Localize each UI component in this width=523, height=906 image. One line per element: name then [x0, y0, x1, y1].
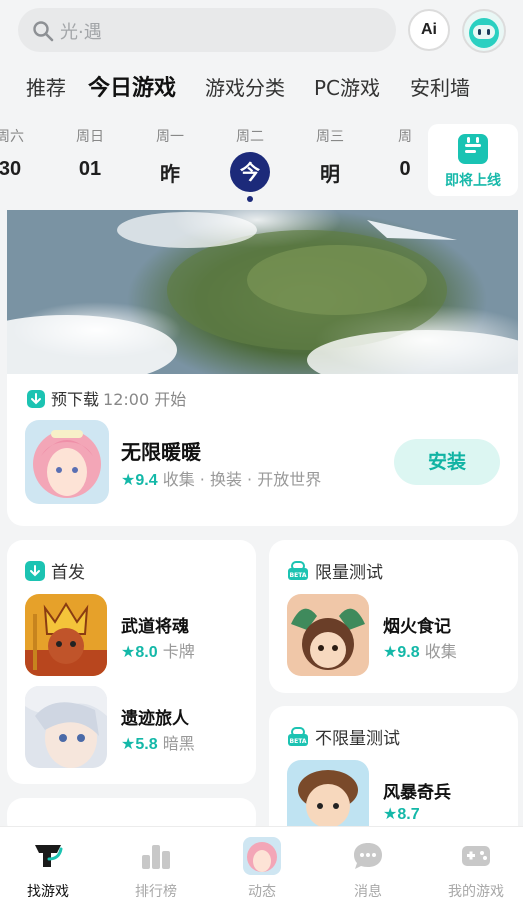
svg-text:BETA: BETA — [290, 572, 307, 579]
featured-banner-image[interactable] — [7, 210, 518, 374]
nav-messages[interactable]: 消息 — [318, 827, 418, 901]
selected-dot — [247, 196, 253, 202]
predownload-label: 预下载 — [51, 390, 100, 409]
date-item[interactable]: 周0 — [375, 118, 435, 181]
ai-assistant-button[interactable]: Ai — [408, 9, 450, 51]
search-placeholder: 光·遇 — [60, 22, 102, 43]
nav-my-games[interactable]: 我的游戏 — [426, 827, 523, 901]
featured-score: 9.4 — [135, 472, 158, 489]
game-name[interactable]: 遗迹旅人 — [121, 704, 189, 729]
upcoming-button[interactable]: 即将上线 — [428, 124, 518, 196]
predownload-row: 预下载 12:00 开始 — [27, 386, 186, 410]
nav-label: 消息 — [354, 884, 382, 900]
game-meta: ★9.8 收集 — [383, 642, 457, 661]
tab-pc-games[interactable]: PC游戏 — [314, 72, 380, 101]
date-item-selected[interactable]: 周二今 — [220, 118, 280, 202]
header: 光·遇 Ai 推荐 今日游戏 游戏分类 PC游戏 安利墙 周六 30 周日 01 周… — [0, 0, 523, 210]
tab-today-games[interactable]: 今日游戏 — [86, 70, 179, 102]
nav-find-game[interactable]: 找游戏 — [0, 827, 98, 901]
game-meta: ★8.7 — [383, 804, 420, 823]
limited-test-title[interactable]: BETA 限量测试 — [287, 558, 383, 583]
beta-icon: BETA — [287, 560, 309, 582]
star-icon: ★ — [121, 642, 136, 661]
tab-recommend[interactable]: 推荐 — [26, 72, 66, 101]
ranking-icon — [139, 839, 173, 873]
date-item[interactable]: 周三明 — [300, 118, 360, 187]
featured-tags: 收集 · 换装 · 开放世界 — [162, 470, 322, 489]
game-icon-wuxian-nuannuan[interactable] — [25, 420, 109, 504]
star-icon: ★ — [383, 804, 398, 823]
feed-avatar-icon — [243, 837, 281, 875]
nav-label: 找游戏 — [27, 884, 69, 900]
featured-game-meta: ★9.4 收集 · 换装 · 开放世界 — [121, 466, 321, 490]
upcoming-label: 即将上线 — [445, 173, 501, 189]
tab-recommend-wall[interactable]: 安利墙 — [410, 72, 470, 101]
profile-avatar-button[interactable] — [462, 9, 506, 53]
date-item[interactable]: 周日 01 — [60, 118, 120, 181]
game-meta: ★8.0 卡牌 — [121, 642, 195, 661]
install-button[interactable]: 安装 — [394, 439, 500, 485]
bottom-nav: 找游戏 排行榜 动态 消息 我的游戏 — [0, 826, 523, 906]
svg-text:BETA: BETA — [290, 738, 307, 745]
calendar-icon — [458, 134, 488, 164]
first-release-title[interactable]: 首发 — [25, 558, 85, 583]
game-icon-wudao-jianghun[interactable] — [25, 594, 107, 676]
date-item[interactable]: 周六 30 — [0, 118, 40, 181]
top-tabs: 推荐 今日游戏 游戏分类 PC游戏 安利墙 — [0, 68, 523, 104]
featured-game-card[interactable]: 预下载 12:00 开始 无限暖暖 ★9.4 收集 · 换装 · 开放世界 安装 — [7, 210, 518, 526]
game-meta: ★5.8 暗黑 — [121, 734, 195, 753]
game-name[interactable]: 风暴奇兵 — [383, 778, 451, 803]
download-icon — [27, 390, 45, 408]
gamepad-icon — [459, 839, 493, 873]
date-item[interactable]: 周一昨 — [140, 118, 200, 187]
game-icon-yiji-lvren[interactable] — [25, 686, 107, 768]
search-bar[interactable]: 光·遇 — [18, 8, 396, 52]
nav-label: 我的游戏 — [448, 884, 504, 900]
limited-test-card: BETA 限量测试 烟火食记 ★9.8 收集 — [269, 540, 518, 693]
game-icon-yanhuo-shiji[interactable] — [287, 594, 369, 676]
first-release-card: 首发 武道将魂 ★8.0 卡牌 遗迹旅人 ★5.8 暗黑 — [7, 540, 256, 784]
nav-label: 排行榜 — [135, 884, 177, 900]
star-icon: ★ — [121, 470, 136, 489]
featured-game-name[interactable]: 无限暖暖 — [121, 436, 201, 465]
search-icon — [32, 20, 54, 46]
predownload-time: 12:00 开始 — [103, 390, 187, 409]
unlimited-test-title[interactable]: BETA 不限量测试 — [287, 724, 400, 749]
tab-categories[interactable]: 游戏分类 — [205, 72, 285, 101]
message-icon — [351, 839, 385, 873]
nav-ranking[interactable]: 排行榜 — [106, 827, 206, 901]
find-game-icon — [31, 839, 65, 873]
game-name[interactable]: 武道将魂 — [121, 612, 189, 637]
star-icon: ★ — [383, 642, 398, 661]
robot-avatar-icon — [469, 18, 499, 48]
beta-icon: BETA — [287, 726, 309, 748]
nav-feed[interactable]: 动态 — [212, 827, 312, 901]
nav-label: 动态 — [248, 884, 276, 900]
star-icon: ★ — [121, 734, 136, 753]
game-name[interactable]: 烟火食记 — [383, 612, 451, 637]
download-icon — [25, 561, 45, 581]
